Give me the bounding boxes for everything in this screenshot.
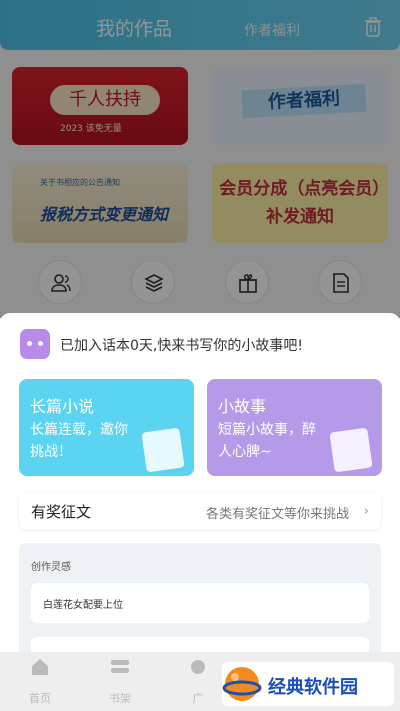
inspiration-item-label: 白莲花女配要上位	[43, 600, 123, 611]
prize-contest-label: 有奖征文	[31, 503, 92, 521]
nav-plaza[interactable]: 广	[168, 658, 228, 706]
nav-home-label: 首页	[29, 692, 51, 705]
chat-bubble-icon	[20, 329, 50, 359]
bookshelf-icon	[111, 660, 129, 673]
plaza-icon	[191, 660, 205, 674]
nav-bookshelf[interactable]: 书架	[90, 658, 150, 706]
inspiration-heading: 创作灵感	[31, 562, 71, 573]
modal-overlay[interactable]	[0, 0, 400, 318]
book-icon	[141, 427, 185, 473]
watermark-text: 经典软件园	[268, 677, 358, 698]
nav-home[interactable]: 首页	[10, 658, 70, 706]
long-novel-card[interactable]: 长篇小说 长篇连载，邀你挑战！	[19, 379, 194, 476]
watermark-logo-icon	[222, 667, 262, 701]
short-story-desc: 短篇小故事，醉人心脾~	[218, 422, 316, 460]
site-watermark: 经典软件园	[222, 662, 394, 706]
nav-bookshelf-label: 书架	[109, 692, 131, 705]
short-story-title: 小故事	[218, 397, 267, 416]
paper-icon	[329, 427, 373, 473]
inspiration-item[interactable]: 白莲花女配要上位	[31, 583, 369, 623]
long-novel-title: 长篇小说	[30, 397, 95, 416]
short-story-card[interactable]: 小故事 短篇小故事，醉人心脾~	[207, 379, 382, 476]
chevron-right-icon: ›	[363, 504, 369, 519]
home-icon	[32, 659, 48, 675]
nav-plaza-label: 广	[192, 692, 204, 705]
long-novel-desc: 长篇连载，邀你挑战！	[30, 422, 128, 460]
create-bottom-sheet: 已加入话本0天,快来书写你的小故事吧! 长篇小说 长篇连载，邀你挑战！ 小故事 …	[0, 313, 400, 655]
prize-contest-row[interactable]: 有奖征文 各类有奖征文等你来挑战 ›	[19, 493, 381, 529]
prize-contest-desc: 各类有奖征文等你来挑战	[205, 507, 349, 522]
inspiration-section: 创作灵感 白莲花女配要上位	[19, 543, 381, 655]
join-days-notice: 已加入话本0天,快来书写你的小故事吧!	[60, 338, 303, 354]
